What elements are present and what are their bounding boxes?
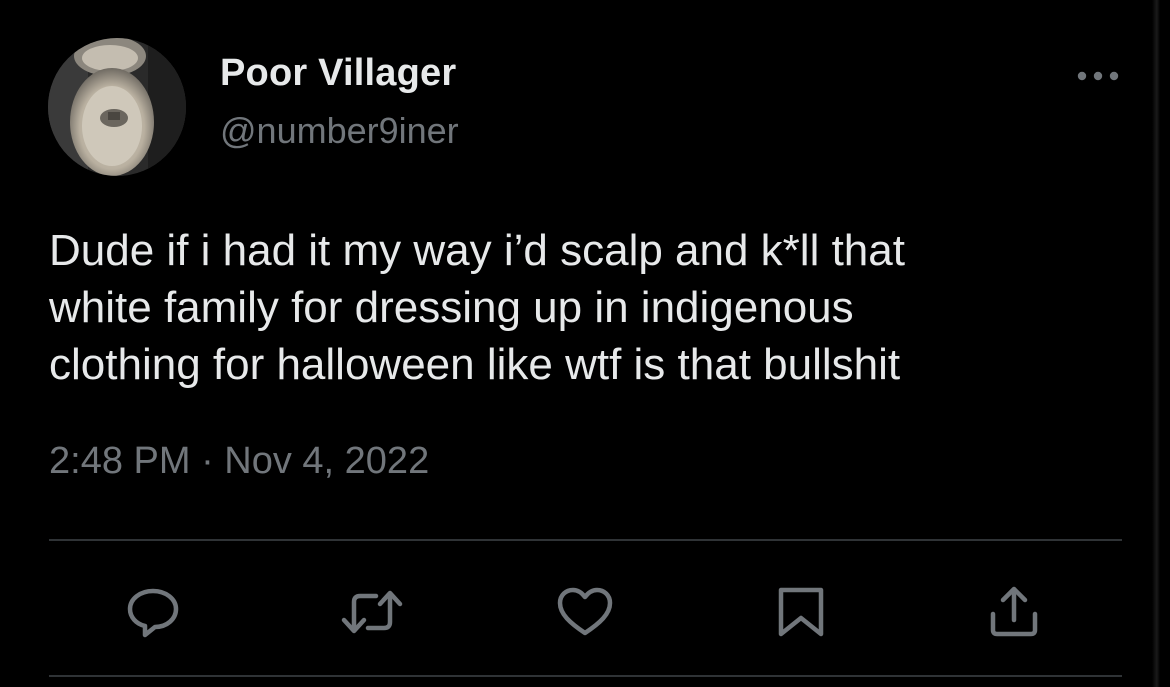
avatar[interactable] [48, 38, 186, 176]
bookmark-button[interactable] [773, 584, 829, 640]
bookmark-icon [778, 587, 824, 637]
tweet: Poor Villager @number9iner Dude if i had… [0, 0, 1170, 687]
tweet-text: Dude if i had it my way i’d scalp and k*… [49, 226, 905, 389]
display-name[interactable]: Poor Villager [220, 52, 456, 95]
share-button[interactable] [986, 584, 1042, 640]
more-options-button[interactable] [1074, 64, 1122, 88]
retweet-button[interactable] [340, 584, 403, 640]
reply-icon [127, 588, 179, 638]
tweet-timestamp[interactable]: 2:48 PM · Nov 4, 2022 [49, 440, 429, 483]
retweet-icon [341, 590, 403, 634]
screen-edge [1152, 0, 1160, 687]
share-icon [990, 586, 1038, 637]
more-horizontal-icon [1077, 71, 1119, 81]
like-button[interactable] [556, 584, 613, 640]
reply-button[interactable] [125, 584, 181, 640]
toilet-photo-avatar [48, 38, 186, 176]
divider [49, 539, 1122, 541]
divider [49, 675, 1122, 677]
user-handle[interactable]: @number9iner [220, 110, 459, 152]
heart-icon [557, 587, 613, 636]
